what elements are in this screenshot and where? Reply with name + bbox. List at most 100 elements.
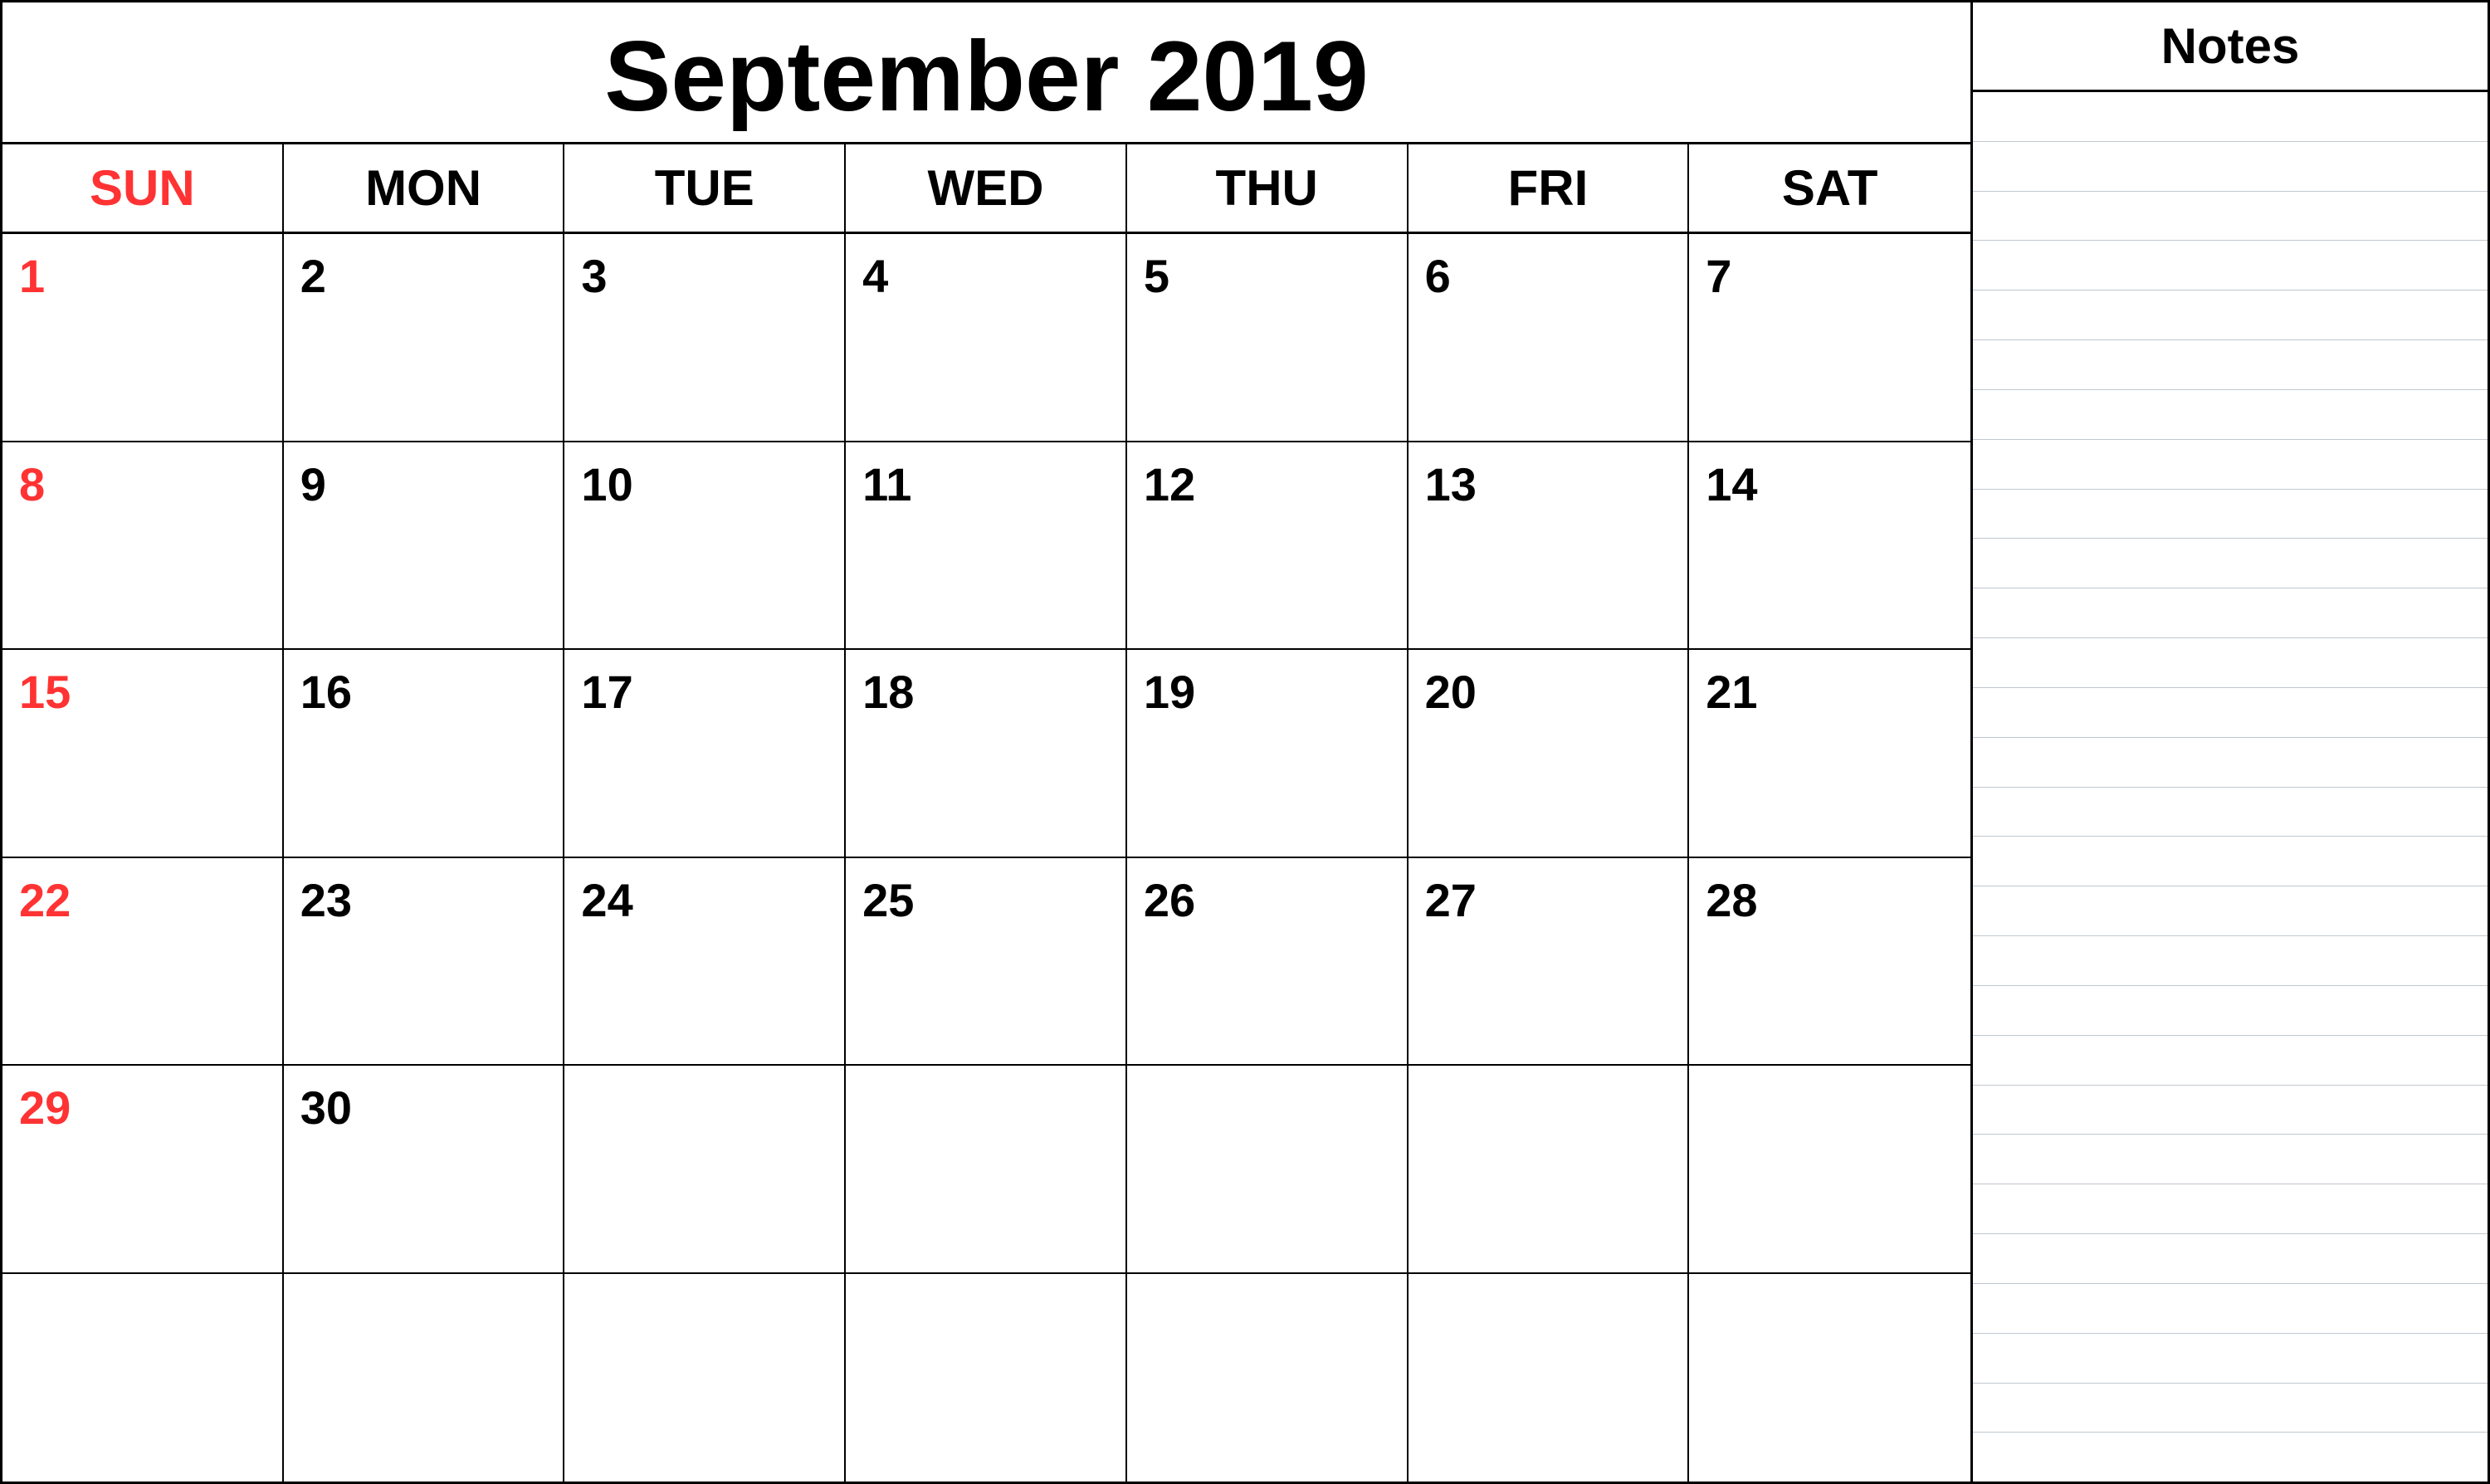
day-header-sun: SUN [2,144,284,232]
calendar-cell[interactable] [564,1066,846,1274]
day-number: 10 [581,458,632,510]
notes-line[interactable] [1973,588,2488,638]
calendar-cell[interactable]: 17 [564,650,846,858]
notes-title: Notes [1973,2,2488,92]
day-number: 24 [581,874,632,926]
calendar-cell[interactable] [1409,1066,1690,1274]
day-number: 22 [19,874,71,926]
calendar-cell[interactable] [1689,1066,1970,1274]
calendar-cell[interactable]: 18 [846,650,1127,858]
notes-line[interactable] [1973,92,2488,142]
calendar-cell[interactable] [564,1274,846,1482]
day-header-tue: TUE [564,144,846,232]
calendar-cell[interactable]: 25 [846,858,1127,1067]
day-header-wed: WED [846,144,1127,232]
day-number: 23 [300,874,352,926]
day-number: 2 [300,250,326,302]
notes-line[interactable] [1973,241,2488,290]
notes-line[interactable] [1973,539,2488,588]
calendar-cell[interactable]: 6 [1409,234,1690,442]
calendar-cell[interactable]: 10 [564,442,846,651]
calendar-cell[interactable]: 4 [846,234,1127,442]
calendar-cell[interactable]: 15 [2,650,284,858]
calendar-cell[interactable]: 23 [284,858,565,1067]
notes-line[interactable] [1973,192,2488,242]
day-number: 5 [1144,250,1169,302]
calendar-cell[interactable] [2,1274,284,1482]
calendar-cell[interactable] [846,1274,1127,1482]
day-number: 13 [1425,458,1477,510]
notes-line[interactable] [1973,1036,2488,1086]
calendar-cell[interactable]: 12 [1127,442,1409,651]
day-number: 19 [1144,666,1195,718]
notes-line[interactable] [1973,886,2488,936]
notes-line[interactable] [1973,738,2488,788]
calendar-cell[interactable] [284,1274,565,1482]
calendar-cell[interactable]: 27 [1409,858,1690,1067]
notes-line[interactable] [1973,1184,2488,1234]
notes-line[interactable] [1973,788,2488,837]
calendar-cell[interactable]: 20 [1409,650,1690,858]
notes-line[interactable] [1973,837,2488,886]
calendar-cell[interactable]: 8 [2,442,284,651]
day-number: 26 [1144,874,1195,926]
notes-line[interactable] [1973,638,2488,688]
notes-line[interactable] [1973,688,2488,738]
calendar-cell[interactable]: 22 [2,858,284,1067]
notes-line[interactable] [1973,290,2488,340]
calendar-cell[interactable]: 24 [564,858,846,1067]
calendar-cell[interactable]: 29 [2,1066,284,1274]
calendar-cell[interactable]: 11 [846,442,1127,651]
notes-line[interactable] [1973,490,2488,539]
calendar-cell[interactable] [1409,1274,1690,1482]
notes-line[interactable] [1973,142,2488,192]
day-header-mon: MON [284,144,565,232]
calendar-cell[interactable]: 2 [284,234,565,442]
notes-line[interactable] [1973,1334,2488,1384]
calendar-cell[interactable]: 5 [1127,234,1409,442]
day-number: 16 [300,666,352,718]
calendar-cell[interactable]: 16 [284,650,565,858]
calendar-cell[interactable] [846,1066,1127,1274]
calendar-cell[interactable]: 1 [2,234,284,442]
notes-line[interactable] [1973,390,2488,440]
day-number: 9 [300,458,326,510]
day-number: 14 [1706,458,1757,510]
calendar-cell[interactable]: 9 [284,442,565,651]
calendar-cell[interactable]: 3 [564,234,846,442]
notes-lines[interactable] [1973,92,2488,1482]
calendar-grid: 1 2 3 4 5 6 7 8 9 10 11 12 13 14 15 16 1… [2,234,1970,1482]
calendar-cell[interactable]: 28 [1689,858,1970,1067]
day-number: 20 [1425,666,1477,718]
calendar-cell[interactable]: 7 [1689,234,1970,442]
day-number: 30 [300,1081,352,1134]
notes-line[interactable] [1973,1433,2488,1482]
notes-line[interactable] [1973,440,2488,490]
calendar-cell[interactable]: 21 [1689,650,1970,858]
notes-line[interactable] [1973,1135,2488,1184]
day-number: 21 [1706,666,1757,718]
calendar-cell[interactable]: 30 [284,1066,565,1274]
notes-line[interactable] [1973,1086,2488,1135]
calendar-cell[interactable]: 19 [1127,650,1409,858]
day-number: 18 [862,666,914,718]
calendar-cell[interactable]: 26 [1127,858,1409,1067]
notes-line[interactable] [1973,986,2488,1036]
day-header-fri: FRI [1409,144,1690,232]
calendar-cell[interactable]: 13 [1409,442,1690,651]
notes-line[interactable] [1973,936,2488,986]
calendar-cell[interactable] [1127,1066,1409,1274]
day-number: 25 [862,874,914,926]
calendar-cell[interactable]: 14 [1689,442,1970,651]
calendar-cell[interactable] [1127,1274,1409,1482]
day-number: 11 [862,458,911,510]
day-number: 12 [1144,458,1195,510]
notes-line[interactable] [1973,1284,2488,1334]
notes-line[interactable] [1973,340,2488,390]
day-headers: SUN MON TUE WED THU FRI SAT [2,144,1970,234]
notes-line[interactable] [1973,1234,2488,1284]
day-number: 8 [19,458,45,510]
calendar-cell[interactable] [1689,1274,1970,1482]
day-number: 17 [581,666,632,718]
notes-line[interactable] [1973,1384,2488,1433]
